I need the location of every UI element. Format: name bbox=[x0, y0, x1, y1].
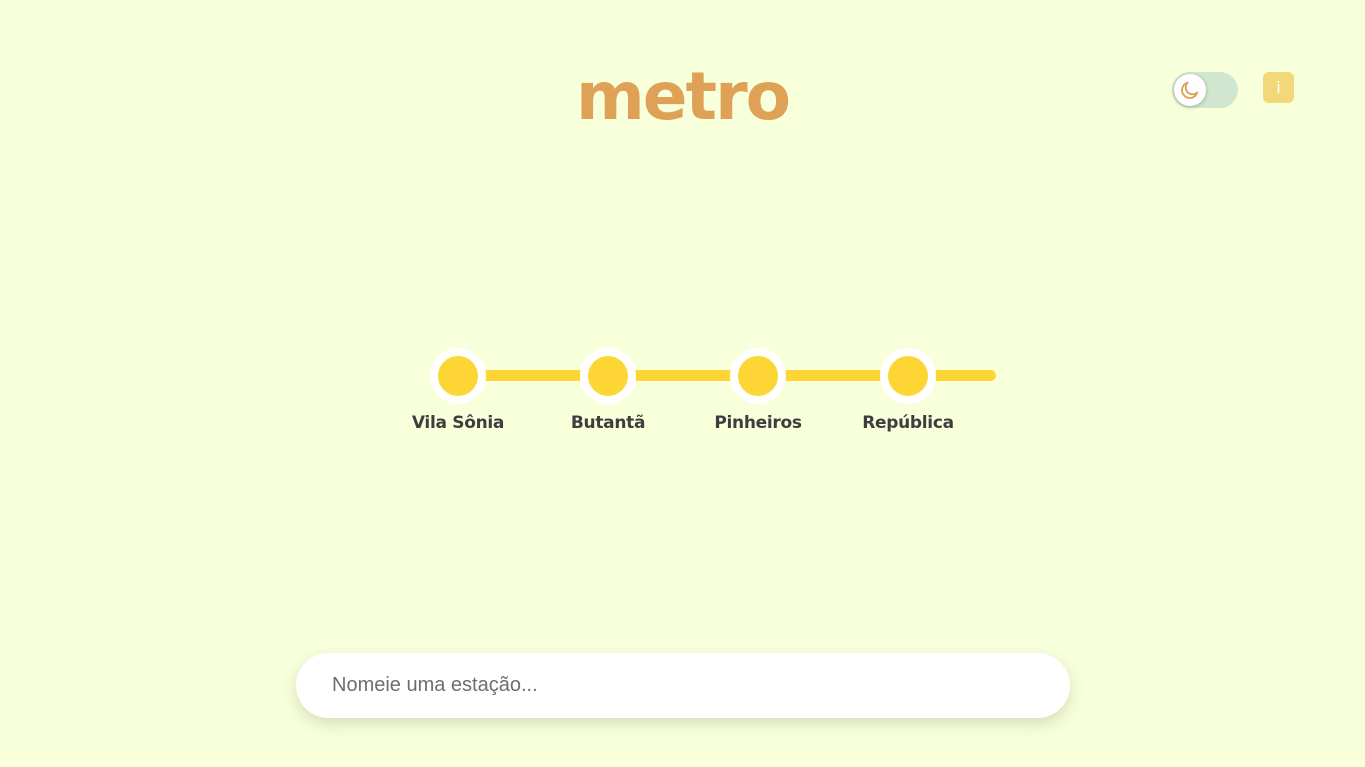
station-item: Pinheiros bbox=[688, 348, 828, 433]
station-dot bbox=[738, 356, 778, 396]
station-label: Vila Sônia bbox=[411, 413, 505, 433]
info-button[interactable]: i bbox=[1263, 72, 1294, 103]
station-label: Butantã bbox=[570, 413, 646, 433]
station-item: República bbox=[838, 348, 978, 433]
dark-mode-toggle[interactable] bbox=[1172, 72, 1238, 108]
station-marker bbox=[880, 348, 936, 404]
app-page: metro i Vila Sônia Butantã Pinheiros Rep… bbox=[0, 0, 1365, 767]
station-dot bbox=[588, 356, 628, 396]
station-name-input[interactable] bbox=[332, 653, 1032, 718]
station-marker bbox=[730, 348, 786, 404]
station-dot bbox=[888, 356, 928, 396]
search-box bbox=[296, 653, 1070, 718]
page-title: metro bbox=[576, 58, 791, 135]
station-item: Butantã bbox=[538, 348, 678, 433]
station-item: Vila Sônia bbox=[388, 348, 528, 433]
station-dot bbox=[438, 356, 478, 396]
station-marker bbox=[430, 348, 486, 404]
station-label: República bbox=[862, 413, 954, 433]
station-marker bbox=[580, 348, 636, 404]
toggle-knob bbox=[1174, 74, 1206, 106]
station-label: Pinheiros bbox=[714, 413, 802, 433]
moon-icon bbox=[1181, 81, 1199, 99]
